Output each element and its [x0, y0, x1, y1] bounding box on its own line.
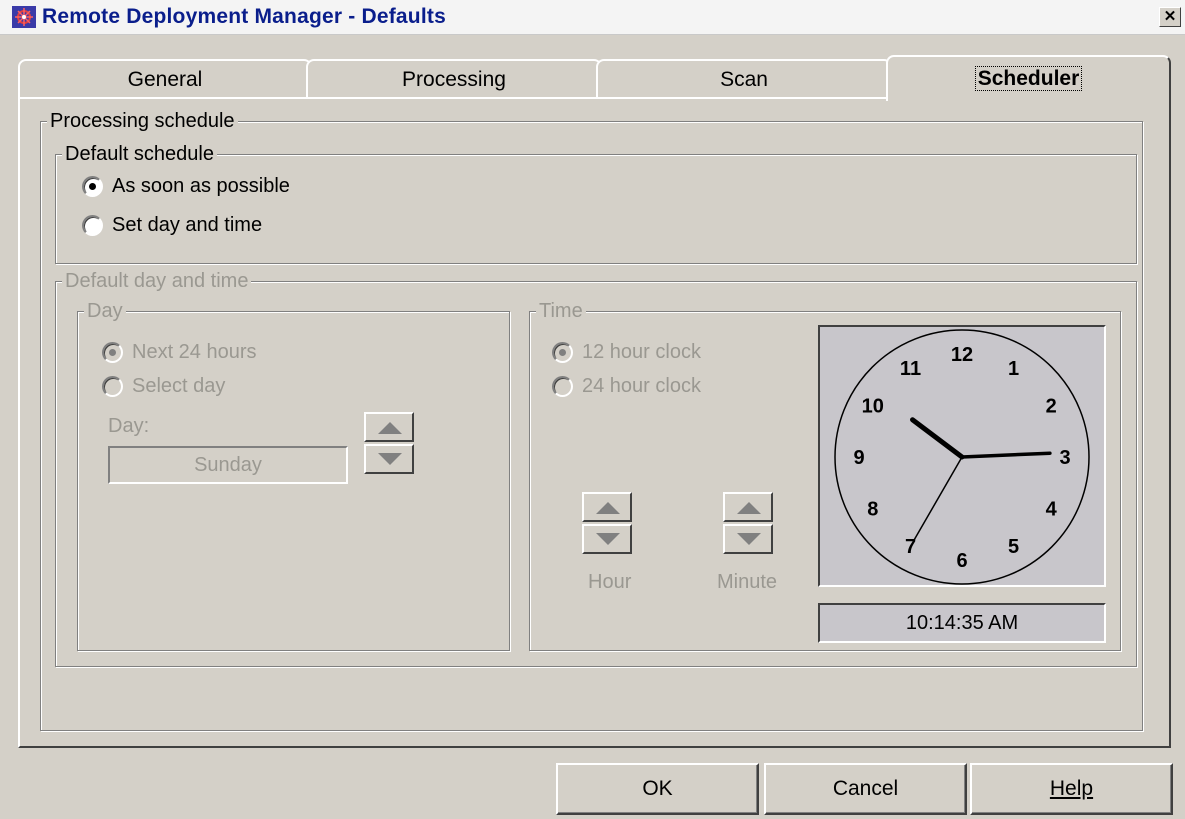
window-title: Remote Deployment Manager - Defaults: [42, 5, 446, 28]
scheduler-panel: Processing schedule Default schedule As …: [18, 97, 1171, 748]
help-label: Help: [1049, 777, 1094, 800]
clock-numeral: 1: [1008, 358, 1019, 380]
close-button[interactable]: ✕: [1159, 7, 1181, 27]
arrow-up-icon: [737, 502, 761, 514]
clock-numeral: 12: [951, 344, 973, 366]
ok-button[interactable]: OK: [556, 763, 759, 815]
clock-numeral: 5: [1008, 536, 1019, 558]
minute-up-button[interactable]: [723, 492, 773, 522]
radio-button[interactable]: [552, 342, 573, 363]
minute-down-button[interactable]: [723, 524, 773, 554]
radio-button[interactable]: [552, 376, 573, 397]
radio-label: As soon as possible: [112, 175, 290, 197]
help-button[interactable]: Help: [970, 763, 1173, 815]
arrow-down-icon: [378, 453, 402, 465]
day-field-label: Day:: [108, 415, 150, 437]
time-group-label: Time: [536, 299, 586, 323]
cancel-button[interactable]: Cancel: [764, 763, 967, 815]
radio-24-hour-clock[interactable]: 24 hour clock: [552, 375, 701, 398]
close-icon: ✕: [1163, 8, 1177, 25]
default-schedule-label: Default schedule: [62, 142, 217, 166]
tab-label: General: [127, 68, 203, 91]
clock-numeral: 3: [1059, 447, 1070, 469]
clock-numeral: 2: [1046, 396, 1057, 418]
radio-select-day[interactable]: Select day: [102, 375, 225, 398]
radio-label: Next 24 hours: [132, 341, 257, 363]
radio-label: 24 hour clock: [582, 375, 701, 397]
clock-numeral: 11: [900, 358, 921, 380]
day-down-button[interactable]: [364, 444, 414, 474]
arrow-up-icon: [378, 422, 402, 434]
radio-as-soon-as-possible[interactable]: As soon as possible: [82, 175, 290, 198]
tab-general[interactable]: General: [18, 59, 312, 101]
clock-numeral: 10: [862, 396, 884, 418]
clock-numeral: 9: [853, 447, 864, 469]
day-up-button[interactable]: [364, 412, 414, 442]
title-bar: Remote Deployment Manager - Defaults ✕: [0, 0, 1185, 35]
tab-label: Scan: [720, 68, 768, 91]
radio-label: Select day: [132, 375, 226, 397]
arrow-down-icon: [596, 533, 620, 545]
tab-scan[interactable]: Scan: [596, 59, 892, 101]
radio-button[interactable]: [82, 215, 103, 236]
radio-button[interactable]: [102, 376, 123, 397]
tab-label: Processing: [402, 68, 506, 91]
hour-down-button[interactable]: [582, 524, 632, 554]
radio-set-day-and-time[interactable]: Set day and time: [82, 214, 262, 237]
default-day-time-label: Default day and time: [62, 269, 252, 293]
radio-button[interactable]: [102, 342, 123, 363]
radio-label: 12 hour clock: [582, 341, 701, 363]
radio-next-24-hours[interactable]: Next 24 hours: [102, 341, 257, 364]
digital-time-display: 10:14:35 AM: [818, 603, 1106, 643]
clock-face: 121234567891011: [834, 329, 1090, 585]
radio-12-hour-clock[interactable]: 12 hour clock: [552, 341, 701, 364]
day-group-label: Day: [84, 299, 126, 323]
processing-schedule-label: Processing schedule: [47, 109, 238, 133]
radio-label: Set day and time: [112, 214, 263, 236]
hour-label: Hour: [588, 571, 632, 593]
tab-label: Scheduler: [974, 66, 1083, 91]
default-schedule-group: Default schedule: [55, 142, 1137, 264]
day-field[interactable]: Sunday: [108, 446, 348, 484]
arrow-up-icon: [596, 502, 620, 514]
tab-processing[interactable]: Processing: [306, 59, 602, 101]
app-icon: [12, 6, 36, 28]
tab-scheduler[interactable]: Scheduler: [886, 55, 1171, 101]
clock-numeral: 8: [867, 499, 878, 521]
clock-numeral: 6: [956, 550, 967, 572]
arrow-down-icon: [737, 533, 761, 545]
hour-up-button[interactable]: [582, 492, 632, 522]
clock-numeral: 4: [1046, 499, 1058, 521]
minute-label: Minute: [717, 571, 778, 593]
radio-button[interactable]: [82, 176, 103, 197]
analog-clock: 12 1 2 3 4 5 6 7 8 9 10 11: [818, 325, 1106, 587]
